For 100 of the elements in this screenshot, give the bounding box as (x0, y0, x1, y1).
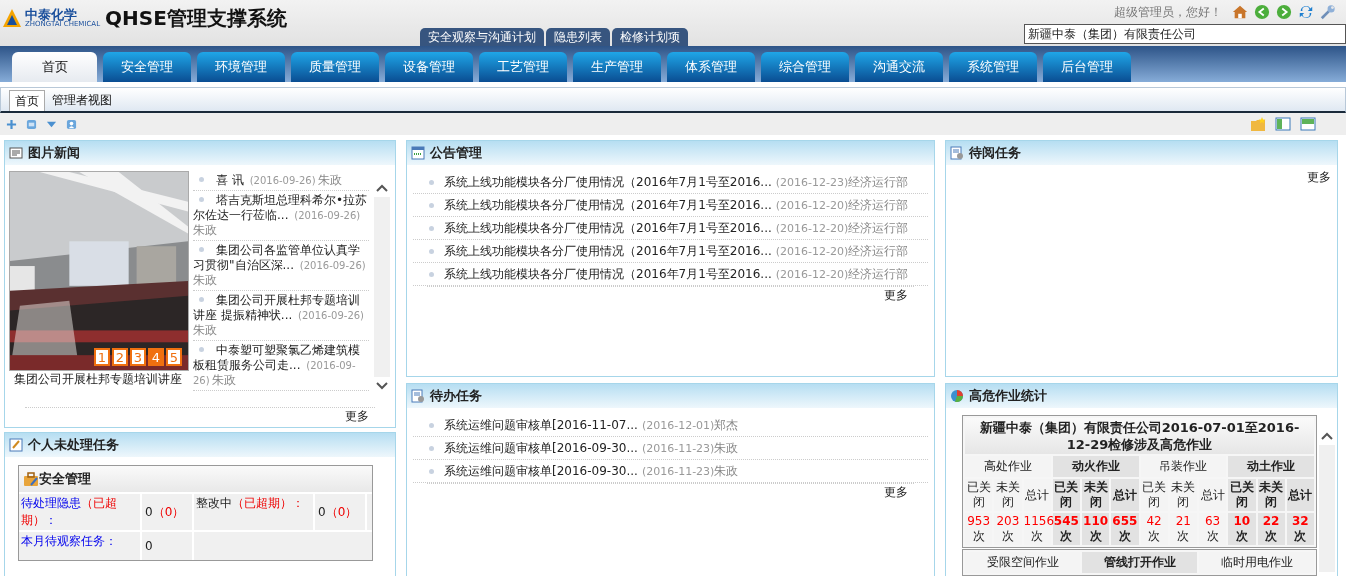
nav-tab[interactable]: 设备管理 (385, 52, 473, 82)
notice-department: 经济运行部 (848, 242, 909, 260)
nav-tab[interactable]: 工艺管理 (479, 52, 567, 82)
quick-tab[interactable]: 检修计划项 (612, 28, 688, 46)
column-header: 已关闭 (1052, 479, 1080, 511)
table-cell: 953 次 (965, 513, 993, 545)
column-header: 总计 (1286, 479, 1314, 511)
briefcase-icon (23, 471, 39, 487)
table-cell: 10 次 (1228, 513, 1256, 545)
notice-date: (2016-12-20) (775, 221, 849, 235)
group-header: 动火作业 (1052, 456, 1139, 477)
table-cell: 655 次 (1111, 513, 1139, 545)
layout-icon[interactable] (26, 118, 37, 130)
panel-title: 公告管理 (430, 144, 482, 162)
news-item[interactable]: 塔吉克斯坦总理科希尔•拉苏尔佐达一行莅临... (2016-09-26) 朱政 (193, 191, 369, 241)
task-date: (2016-11-23) (641, 464, 715, 478)
task-person: 朱政 (714, 462, 739, 480)
task-person: 郑杰 (714, 416, 739, 434)
company-select[interactable]: 新疆中泰（集团）有限责任公司 (1024, 24, 1346, 44)
notice-title[interactable]: 系统上线功能模块各分厂使用情况（2016年7月1号至2016... (444, 242, 772, 260)
scroll-down-icon[interactable] (375, 381, 389, 391)
notice-title[interactable]: 系统上线功能模块各分厂使用情况（2016年7月1号至2016... (444, 196, 772, 214)
panel-top-icon[interactable] (1300, 116, 1316, 132)
panel-title: 图片新闻 (28, 144, 80, 162)
nav-tab[interactable]: 综合管理 (761, 52, 849, 82)
notice-department: 经济运行部 (848, 265, 909, 283)
task-title[interactable]: 系统运维问题审核单[2016-09-30... (444, 439, 638, 457)
column-header: 未关闭 (1257, 479, 1285, 511)
more-link[interactable]: 更多 (884, 484, 908, 501)
user-greeting: 超级管理员，您好！ (1114, 3, 1222, 21)
refresh-icon[interactable] (1298, 4, 1314, 20)
column-header: 未关闭 (994, 479, 1022, 511)
more-link[interactable]: 更多 (345, 408, 369, 425)
nav-tab[interactable]: 生产管理 (573, 52, 661, 82)
nav-tab[interactable]: 沟通交流 (855, 52, 943, 82)
add-icon[interactable] (6, 118, 17, 130)
news-item[interactable]: 中泰塑可塑聚氯乙烯建筑模板租赁服务公司走... (2016-09-26) 朱政 (193, 341, 369, 391)
task-title[interactable]: 系统运维问题审核单[2016-11-07... (444, 416, 638, 434)
more-link[interactable]: 更多 (1307, 169, 1331, 186)
calendar-icon (411, 146, 425, 160)
table-title: 新疆中泰（集团）有限责任公司2016-07-01至2016-12-29检修涉及高危作业 (965, 418, 1314, 454)
logo-icon (2, 8, 22, 28)
group-header: 动土作业 (1228, 456, 1314, 477)
task-date: (2016-12-01) (641, 418, 715, 432)
nav-tab[interactable]: 首页 (12, 52, 97, 82)
column-header: 已关闭 (965, 479, 993, 511)
notice-date: (2016-12-20) (775, 267, 849, 281)
column-header: 已关闭 (1140, 479, 1168, 511)
scroll-up-icon[interactable] (1320, 431, 1334, 441)
document-icon (411, 389, 425, 403)
notice-title[interactable]: 系统上线功能模块各分厂使用情况（2016年7月1号至2016... (444, 219, 772, 237)
more-link[interactable]: 更多 (884, 287, 908, 304)
quick-tab[interactable]: 安全观察与沟通计划 (420, 28, 544, 46)
nav-tab[interactable]: 后台管理 (1043, 52, 1131, 82)
nav-tab[interactable]: 系统管理 (949, 52, 1037, 82)
system-title: QHSE管理支撑系统 (105, 4, 287, 32)
nav-tab[interactable]: 体系管理 (667, 52, 755, 82)
sub-tab[interactable]: 管理者视图 (47, 90, 117, 111)
task-title[interactable]: 系统运维问题审核单[2016-09-30... (444, 462, 638, 480)
pie-chart-icon (950, 389, 964, 403)
news-item[interactable]: 集团公司各监管单位认真学习贯彻"自治区深... (2016-09-26) 朱政 (193, 241, 369, 291)
notice-department: 经济运行部 (848, 196, 909, 214)
task-count: 0（0） (315, 494, 367, 530)
nav-tab[interactable]: 环境管理 (197, 52, 285, 82)
sub-tab[interactable]: 首页 (9, 90, 45, 111)
panel-left-icon[interactable] (1275, 116, 1291, 132)
panel-title: 待阅任务 (969, 144, 1021, 162)
home-icon[interactable] (1232, 4, 1248, 20)
table-cell: 203 次 (994, 513, 1022, 545)
notice-title[interactable]: 系统上线功能模块各分厂使用情况（2016年7月1号至2016... (444, 173, 772, 191)
wrench-icon[interactable] (1320, 4, 1336, 20)
task-person: 朱政 (714, 439, 739, 457)
scroll-up-icon[interactable] (375, 183, 389, 193)
notice-department: 经济运行部 (848, 173, 909, 191)
news-item[interactable]: 集团公司开展杜邦专题培训讲座 提振精神状... (2016-09-26) 朱政 (193, 291, 369, 341)
folder-star-icon[interactable] (1250, 116, 1266, 132)
back-icon[interactable] (1254, 4, 1270, 20)
task-link[interactable]: 待处理隐患（已超期）： (19, 494, 142, 530)
section-title: 安全管理 (39, 470, 91, 488)
news-item[interactable]: 喜 讯 (2016-09-26) 朱政 (193, 171, 369, 191)
nav-tab[interactable]: 安全管理 (103, 52, 191, 82)
logo-text: 中泰化学 (25, 8, 77, 21)
panel-title: 高危作业统计 (969, 387, 1047, 405)
notice-title[interactable]: 系统上线功能模块各分厂使用情况（2016年7月1号至2016... (444, 265, 772, 283)
task-count: 0 (142, 532, 194, 560)
task-count: 0（0） (142, 494, 194, 530)
notice-date: (2016-12-20) (775, 198, 849, 212)
task-label: 整改中（已超期）： (194, 494, 315, 530)
table-cell: 110 次 (1082, 513, 1110, 545)
user-icon[interactable] (66, 118, 77, 130)
panel-title: 待办任务 (430, 387, 482, 405)
column-header: 已关闭 (1228, 479, 1256, 511)
forward-icon[interactable] (1276, 4, 1292, 20)
task-date: (2016-11-23) (641, 441, 715, 455)
notice-department: 经济运行部 (848, 219, 909, 237)
edit-icon (9, 438, 23, 452)
task-link[interactable]: 本月待观察任务： (19, 532, 142, 560)
column-header: 未关闭 (1082, 479, 1110, 511)
quick-tab[interactable]: 隐患列表 (546, 28, 610, 46)
nav-tab[interactable]: 质量管理 (291, 52, 379, 82)
